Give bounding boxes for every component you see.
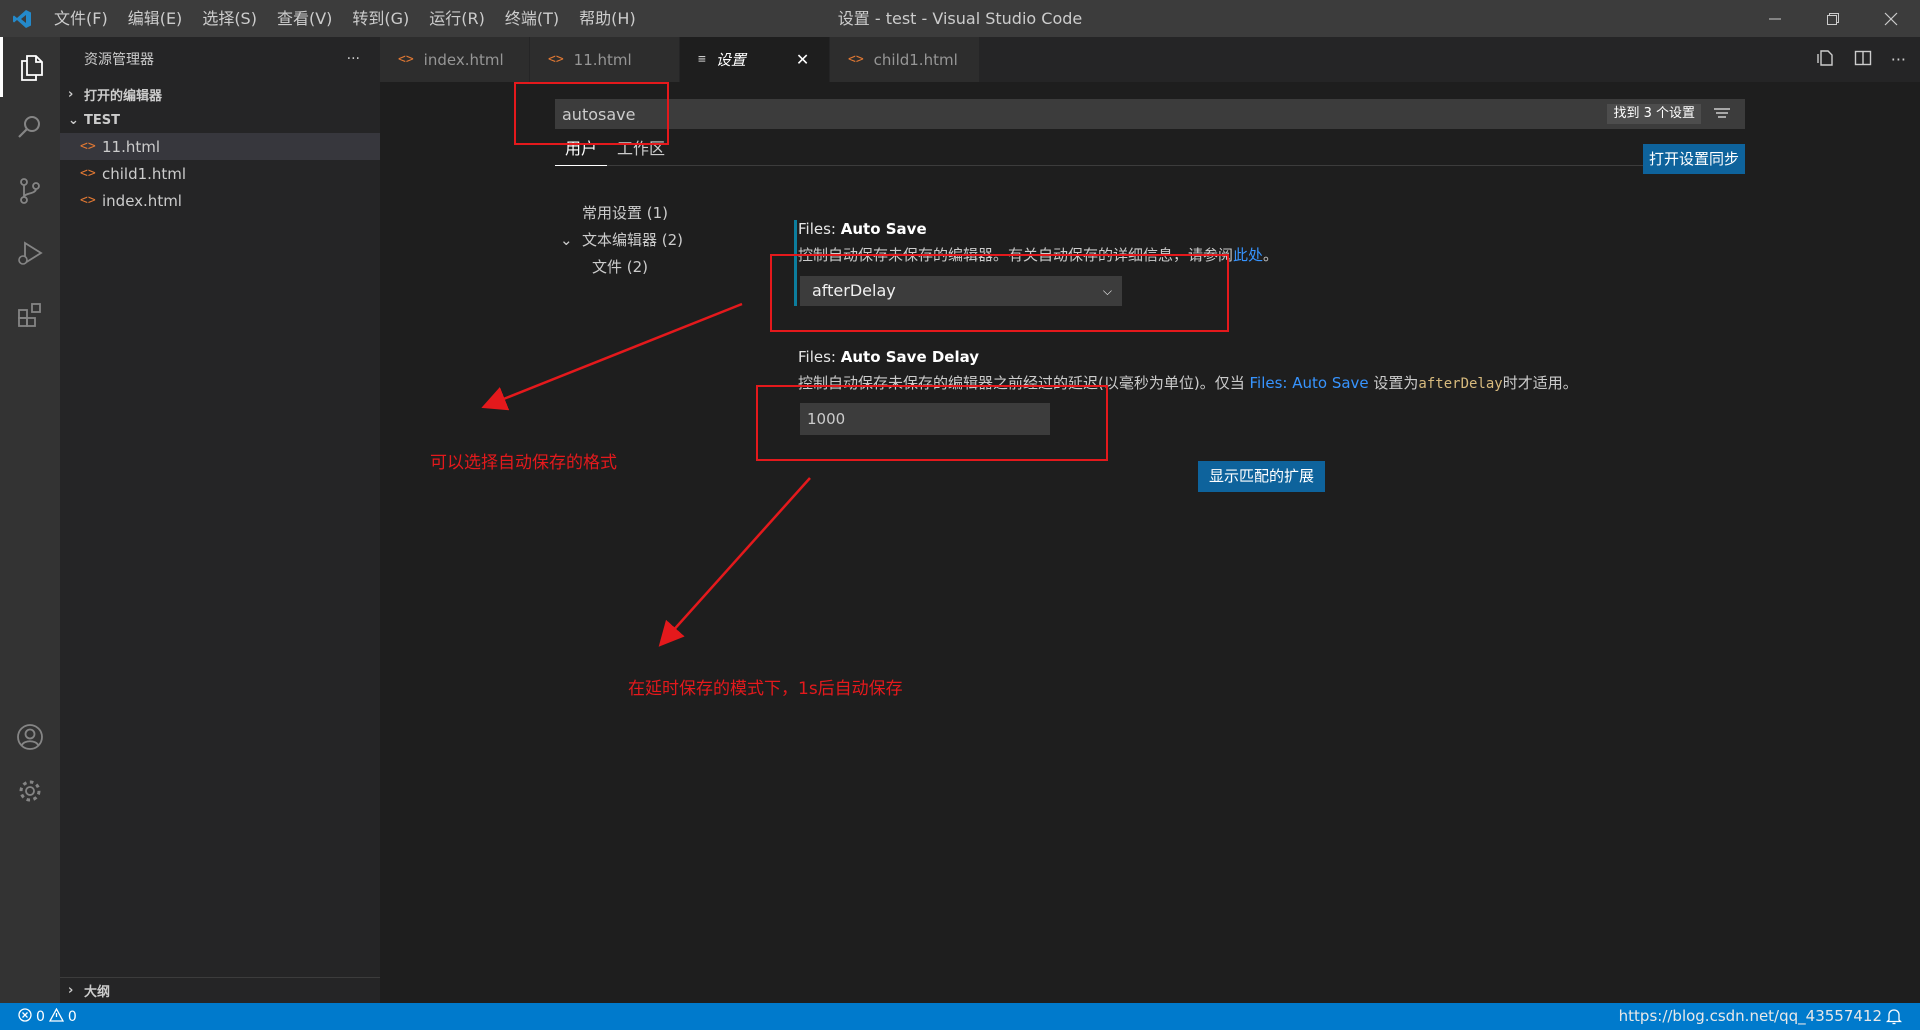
- status-bar: 0 0 https://blog.csdn.net/qq_43557412: [0, 1003, 1920, 1030]
- watermark-text: https://blog.csdn.net/qq_43557412: [1618, 1007, 1882, 1025]
- annotation-arrows: [481, 302, 811, 647]
- error-icon: [18, 1007, 32, 1026]
- annotation-arrow: [481, 302, 743, 411]
- error-count: 0: [36, 1008, 45, 1025]
- notifications-bell-icon[interactable]: [1885, 1007, 1903, 1029]
- warning-icon: [48, 1007, 65, 1026]
- annotation-note-delay: 在延时保存的模式下，1s后自动保存: [628, 679, 903, 699]
- warning-count: 0: [67, 1008, 77, 1025]
- problems-indicator[interactable]: 0 0: [0, 1007, 77, 1026]
- annotation-arrow: [658, 477, 811, 647]
- annotation-note-format: 可以选择自动保存的格式: [430, 453, 617, 473]
